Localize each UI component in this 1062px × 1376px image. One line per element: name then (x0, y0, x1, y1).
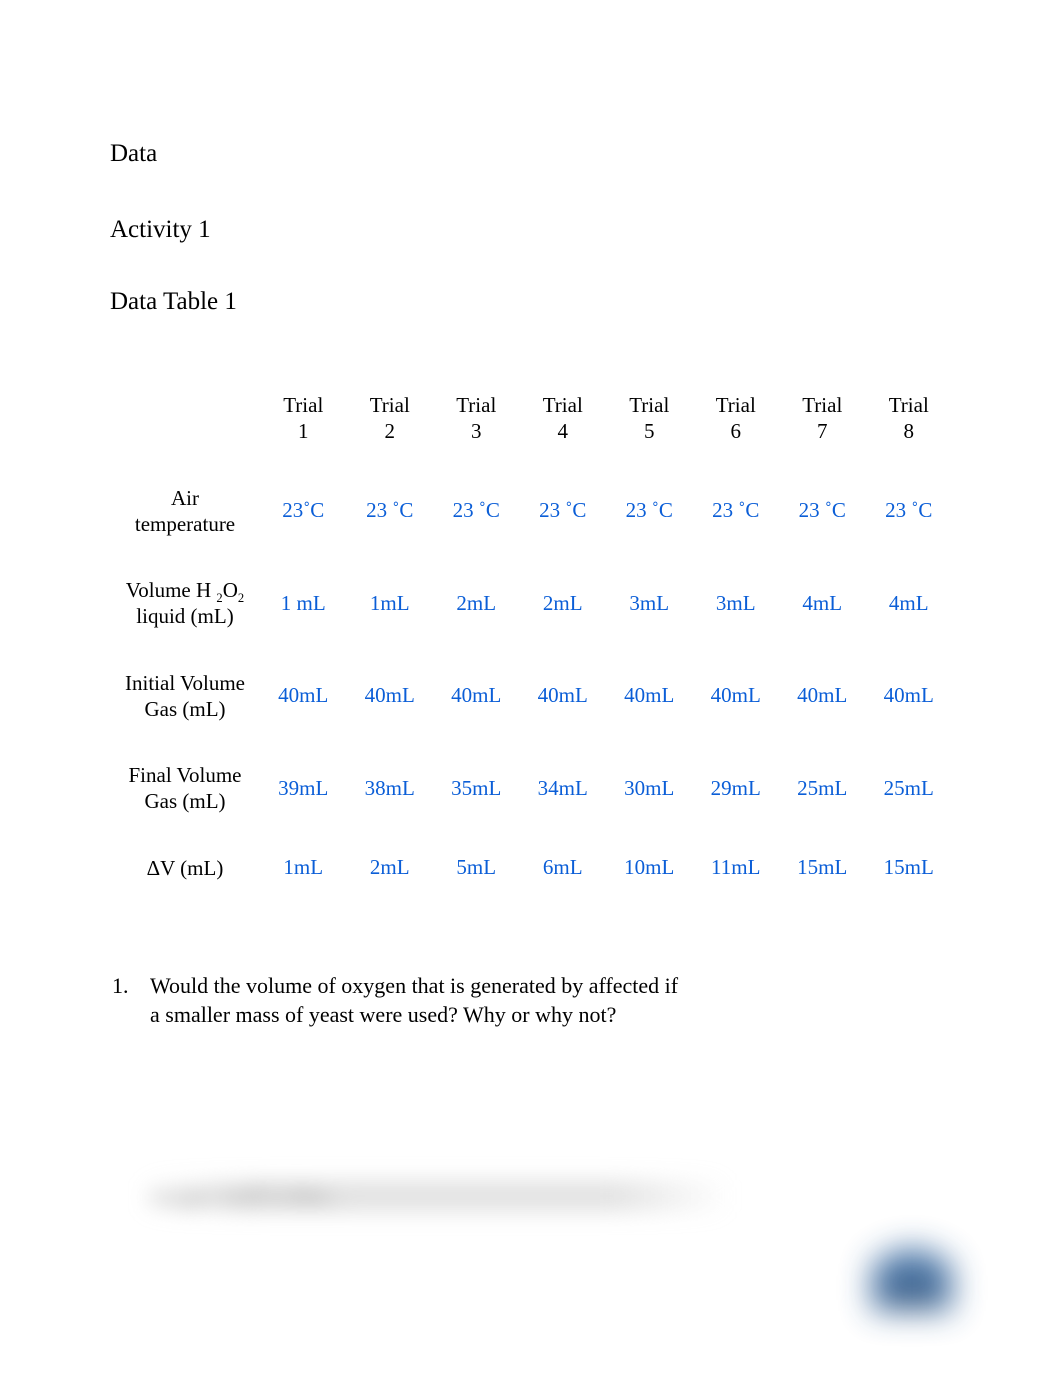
heading-data: Data (110, 140, 952, 168)
table-cell: 40mL (693, 650, 780, 743)
table-row: Volume H 2O2 liquid (mL) 1 mL 1mL 2mL 2m… (110, 557, 952, 650)
table-cell: 23 ˚C (606, 465, 693, 558)
table-cell: 40mL (520, 650, 607, 743)
col-header: Trial6 (693, 372, 780, 465)
question-text: Would the volume of oxygen that is gener… (150, 971, 690, 1030)
table-cell: 10mL (606, 835, 693, 901)
col-header: Trial4 (520, 372, 607, 465)
col-header: Trial7 (779, 372, 866, 465)
question-number: 1. (112, 971, 136, 1030)
table-cell: 34mL (520, 742, 607, 835)
col-header: Trial2 (347, 372, 434, 465)
row-label: Final VolumeGas (mL) (110, 742, 260, 835)
table-cell: 29mL (693, 742, 780, 835)
col-header: Trial1 (260, 372, 347, 465)
table-cell: 30mL (606, 742, 693, 835)
table-cell: 1mL (347, 557, 434, 650)
table-cell: 38mL (347, 742, 434, 835)
table-cell: 2mL (347, 835, 434, 901)
table-cell: 35mL (433, 742, 520, 835)
table-cell: 11mL (693, 835, 780, 901)
table-row: ΔV (mL) 1mL 2mL 5mL 6mL 10mL 11mL 15mL 1… (110, 835, 952, 901)
table-cell: 23 ˚C (433, 465, 520, 558)
table-cell: 40mL (866, 650, 953, 743)
table-row: Initial VolumeGas (mL) 40mL 40mL 40mL 40… (110, 650, 952, 743)
row-label: ΔV (mL) (110, 835, 260, 901)
table-cell: 15mL (866, 835, 953, 901)
table-cell: 15mL (779, 835, 866, 901)
table-cell: 23˚C (260, 465, 347, 558)
question-block: 1. Would the volume of oxygen that is ge… (110, 971, 952, 1030)
table-row: Final VolumeGas (mL) 39mL 38mL 35mL 34mL… (110, 742, 952, 835)
footer-logo-icon (862, 1226, 962, 1316)
table-cell: 25mL (866, 742, 953, 835)
table-cell: 39mL (260, 742, 347, 835)
blurred-answer-preview: oxygen itself is then… (140, 1180, 730, 1212)
col-header: Trial5 (606, 372, 693, 465)
row-label: Airtemperature (110, 465, 260, 558)
table-cell: 23 ˚C (693, 465, 780, 558)
table-cell: 1mL (260, 835, 347, 901)
table-cell: 2mL (433, 557, 520, 650)
table-cell: 1 mL (260, 557, 347, 650)
table-cell: 23 ˚C (520, 465, 607, 558)
table-cell: 6mL (520, 835, 607, 901)
table-cell: 4mL (866, 557, 953, 650)
heading-table-title: Data Table 1 (110, 288, 952, 316)
col-header: Trial8 (866, 372, 953, 465)
table-cell: 23 ˚C (866, 465, 953, 558)
table-header-row: Trial1 Trial2 Trial3 Trial4 Trial5 Trial… (110, 372, 952, 465)
table-cell: 40mL (779, 650, 866, 743)
table-cell: 23 ˚C (347, 465, 434, 558)
table-cell: 5mL (433, 835, 520, 901)
table-cell: 40mL (347, 650, 434, 743)
table-cell: 40mL (260, 650, 347, 743)
heading-activity: Activity 1 (110, 216, 952, 244)
table-cell: 4mL (779, 557, 866, 650)
table-cell: 23 ˚C (779, 465, 866, 558)
table-cell: 40mL (433, 650, 520, 743)
table-cell: 3mL (693, 557, 780, 650)
data-table: Trial1 Trial2 Trial3 Trial4 Trial5 Trial… (110, 372, 952, 901)
table-row: Airtemperature 23˚C 23 ˚C 23 ˚C 23 ˚C 23… (110, 465, 952, 558)
table-cell: 2mL (520, 557, 607, 650)
col-header: Trial3 (433, 372, 520, 465)
table-cell: 40mL (606, 650, 693, 743)
table-cell: 25mL (779, 742, 866, 835)
table-cell: 3mL (606, 557, 693, 650)
row-label: Volume H 2O2 liquid (mL) (110, 557, 260, 650)
table-corner-blank (110, 372, 260, 465)
row-label: Initial VolumeGas (mL) (110, 650, 260, 743)
